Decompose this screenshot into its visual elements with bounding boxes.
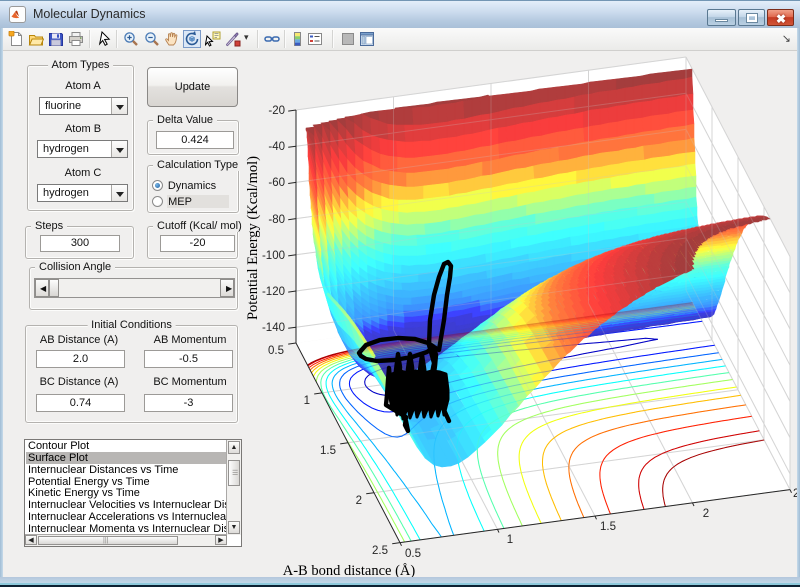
svg-text:1.5: 1.5 xyxy=(320,445,336,457)
svg-text:-100: -100 xyxy=(262,250,285,262)
svg-text:-120: -120 xyxy=(262,286,285,298)
svg-text:-80: -80 xyxy=(268,214,285,226)
svg-text:0.5: 0.5 xyxy=(405,548,421,560)
svg-text:2.5: 2.5 xyxy=(372,545,388,557)
svg-text:-140: -140 xyxy=(262,322,285,334)
svg-text:1: 1 xyxy=(507,534,513,546)
svg-text:-60: -60 xyxy=(268,177,285,189)
svg-text:1: 1 xyxy=(304,395,310,407)
svg-text:2: 2 xyxy=(703,508,709,520)
svg-text:2: 2 xyxy=(356,495,362,507)
svg-text:0.5: 0.5 xyxy=(268,345,284,357)
svg-text:Potential Energy (Kcal/mol): Potential Energy (Kcal/mol) xyxy=(245,156,261,320)
svg-text:-40: -40 xyxy=(268,141,285,153)
svg-text:1.5: 1.5 xyxy=(600,521,616,533)
svg-text:-20: -20 xyxy=(268,105,285,117)
